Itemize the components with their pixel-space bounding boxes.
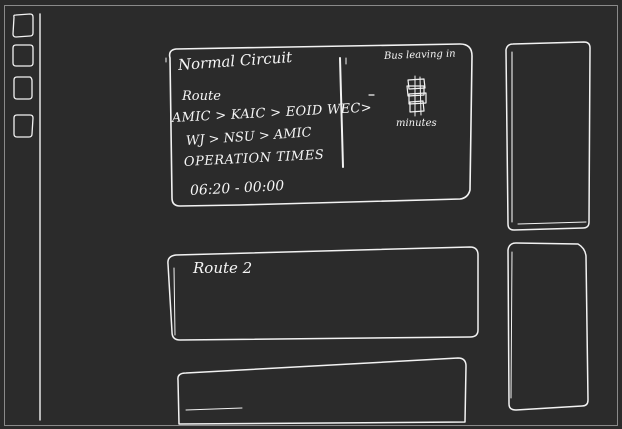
sidebar-item-2[interactable]	[12, 44, 34, 68]
card-route2[interactable]	[168, 248, 478, 340]
right-card-upper[interactable]	[506, 42, 590, 230]
card-bottom[interactable]	[178, 360, 466, 424]
sidebar-item-4[interactable]	[12, 114, 34, 138]
card-normal-circuit[interactable]	[168, 46, 474, 206]
sidebar-item-1[interactable]	[12, 14, 34, 38]
sidebar-item-3[interactable]	[12, 76, 34, 100]
right-card-lower[interactable]	[508, 243, 588, 410]
